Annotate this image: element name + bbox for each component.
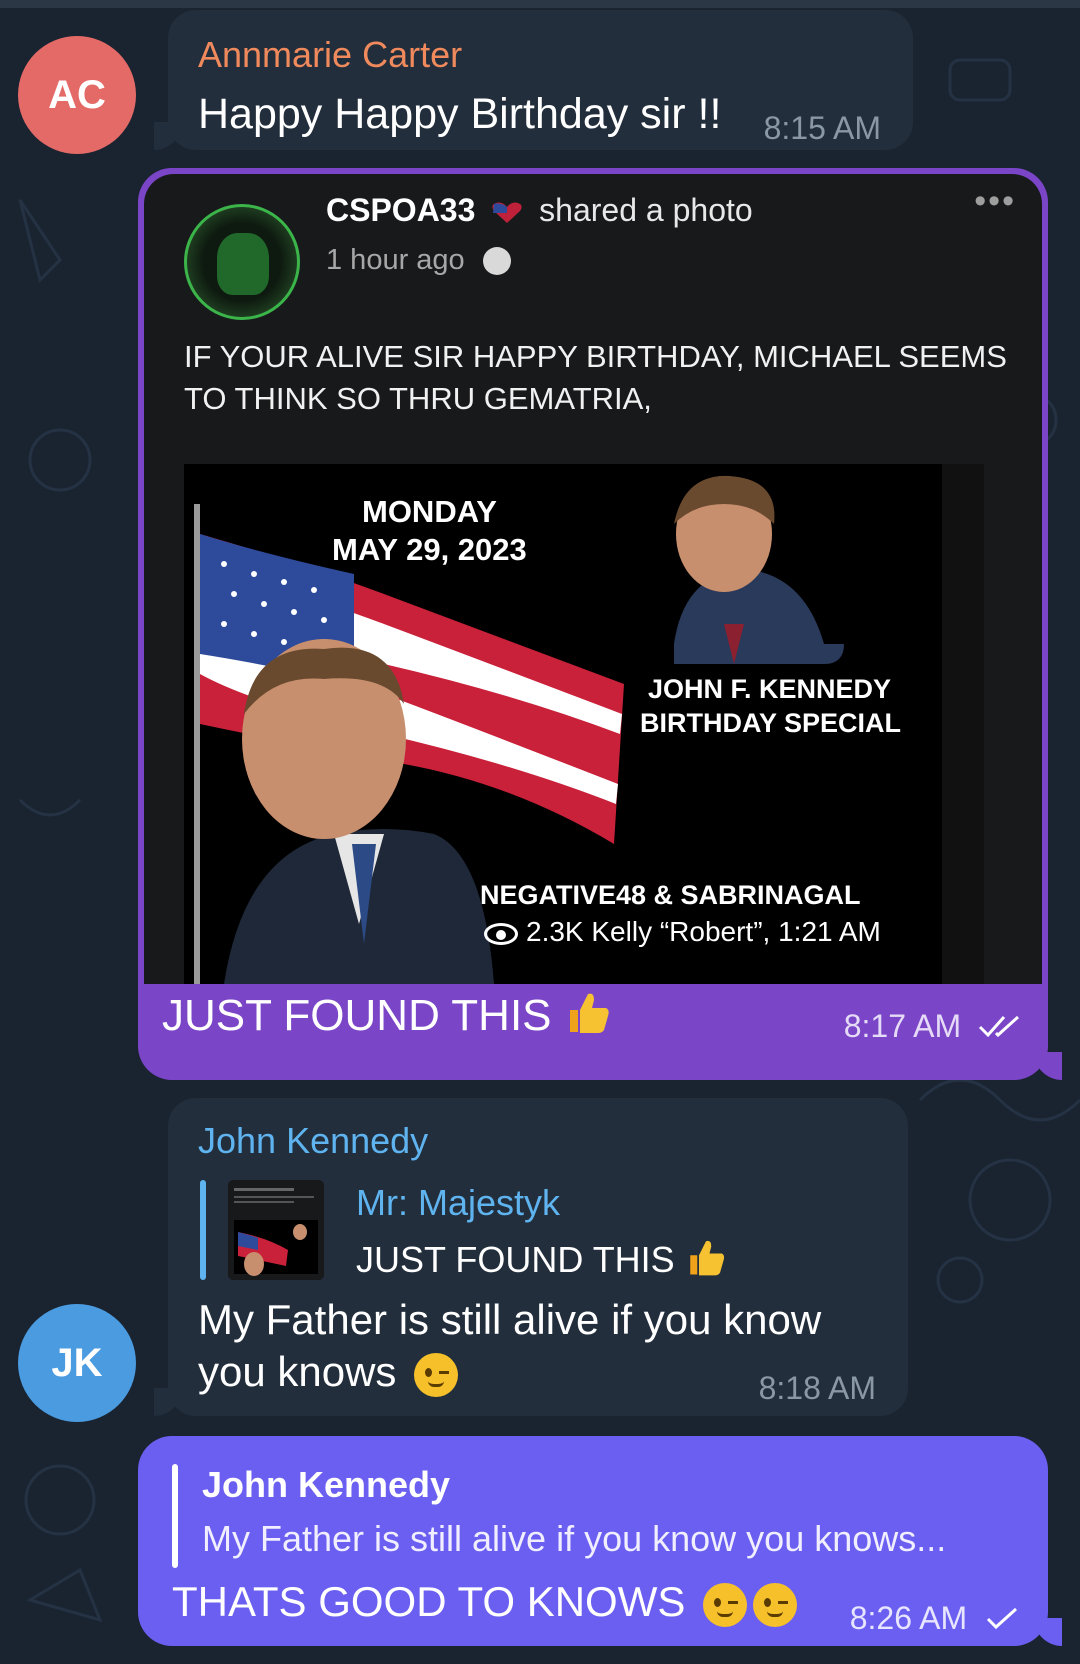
message-text: Happy Happy Birthday sir !! [198, 90, 722, 138]
photo-caption-line3: NEGATIVE48 & SABRINAGAL [480, 880, 861, 910]
reply-text: My Father is still alive if you know you… [202, 1518, 947, 1559]
message-time: 8:15 AM [763, 110, 881, 146]
reply-text-content: JUST FOUND THIS [356, 1239, 675, 1280]
photo-side-strip [942, 464, 984, 984]
post-header: CSPOA33 shared a photo [326, 192, 753, 229]
winking-face-icon [753, 1582, 798, 1627]
reply-name: John Kennedy [202, 1464, 451, 1505]
message-time: 8:17 AM [844, 1008, 1024, 1045]
reply-name: Mr: Majestyk [356, 1182, 561, 1223]
photo-meta-text: 2.3K Kelly “Robert”, 1:21 AM [526, 916, 881, 947]
shared-label: shared a photo [539, 192, 753, 228]
more-options-icon: ••• [974, 182, 1016, 220]
message-bubble-outgoing[interactable]: John Kennedy My Father is still alive if… [138, 1436, 1062, 1646]
time-text: 8:17 AM [843, 1008, 962, 1044]
post-time: 1 hour ago [326, 244, 511, 277]
photo-date-line2: MAY 29, 2023 [332, 532, 527, 567]
thumbs-up-icon [569, 993, 609, 1033]
avatar[interactable]: AC [18, 36, 136, 154]
reply-text: JUST FOUND THIS [356, 1236, 727, 1281]
reply-quote-bar [200, 1180, 206, 1280]
winking-face-icon [703, 1582, 748, 1627]
top-divider [0, 0, 1080, 8]
caption-text: JUST FOUND THIS [162, 991, 552, 1040]
post-text: IF YOUR ALIVE SIR HAPPY BIRTHDAY, MICHAE… [184, 339, 1007, 416]
message-bubble-outgoing-photo[interactable]: CSPOA33 shared a photo 1 hour ago ••• IF… [138, 168, 1062, 1080]
photo-date-line1: MONDAY [362, 494, 497, 529]
page-name: CSPOA33 [326, 192, 476, 228]
double-check-icon [978, 1015, 1020, 1038]
message-bubble-incoming[interactable]: Annmarie Carter Happy Happy Birthday sir… [154, 10, 913, 150]
message-text-content: My Father is still alive if you know you… [198, 1296, 822, 1395]
globe-icon [482, 247, 511, 276]
message-time: 8:26 AM [850, 1600, 1020, 1637]
message-text-content: THATS GOOD TO KNOWS [172, 1578, 686, 1625]
views-eye-icon [484, 922, 518, 945]
portrait-small [674, 475, 844, 664]
page-logo [184, 204, 300, 320]
shared-post-screenshot[interactable]: CSPOA33 shared a photo 1 hour ago ••• IF… [144, 174, 1042, 984]
flag-heart-icon [492, 202, 522, 223]
reply-thumbnail[interactable] [228, 1180, 324, 1280]
posted-ago: 1 hour ago [326, 244, 465, 276]
message-text: THATS GOOD TO KNOWS [172, 1578, 798, 1627]
thumbs-up-icon [689, 1240, 724, 1276]
message-time: 8:18 AM [758, 1370, 876, 1406]
message-bubble-incoming[interactable]: John Kennedy Mr: Majestyk JUST FOUND THI… [154, 1098, 908, 1416]
winking-face-icon [414, 1352, 459, 1397]
photo-caption-line2: BIRTHDAY SPECIAL [640, 708, 902, 738]
post-photo: MONDAY MAY 29, 2023 JOHN F. KENNEDY BIRT… [184, 464, 984, 984]
reply-quote-bar [172, 1464, 178, 1568]
sender-name[interactable]: Annmarie Carter [198, 34, 462, 76]
single-check-icon [986, 1607, 1018, 1630]
avatar[interactable]: JK [18, 1304, 136, 1422]
sender-name[interactable]: John Kennedy [198, 1120, 428, 1162]
photo-caption-line1: JOHN F. KENNEDY [648, 674, 892, 704]
photo-meta: 2.3K Kelly “Robert”, 1:21 AM [484, 916, 881, 948]
time-text: 8:26 AM [849, 1600, 968, 1636]
photo-caption: JUST FOUND THIS [162, 988, 612, 1041]
